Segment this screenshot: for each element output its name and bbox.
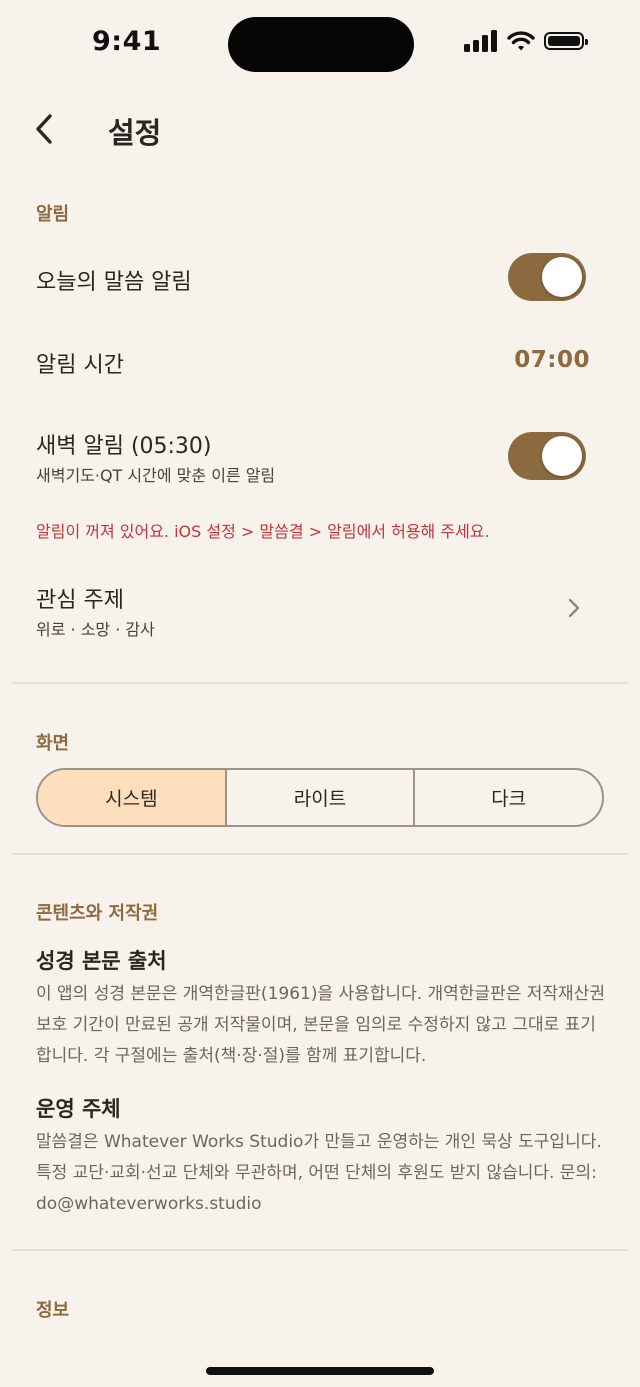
operator-title: 운영 주체 bbox=[36, 1097, 121, 1121]
alarm-time-label: 알림 시간 bbox=[36, 353, 124, 378]
alarm-time-value[interactable]: 07:00 bbox=[514, 347, 590, 373]
source-title: 성경 본문 출처 bbox=[36, 949, 167, 973]
divider bbox=[12, 1249, 628, 1251]
toggle-knob bbox=[542, 257, 582, 297]
dawn-alarm-sublabel: 새벽기도·QT 시간에 맞춘 이른 알림 bbox=[36, 466, 276, 485]
theme-option-system[interactable]: 시스템 bbox=[38, 770, 225, 825]
dawn-alarm-label: 새벽 알림 (05:30) bbox=[36, 434, 212, 459]
status-icons bbox=[464, 30, 588, 52]
toggle-knob bbox=[542, 436, 582, 476]
cellular-signal-icon bbox=[464, 30, 497, 52]
dynamic-island bbox=[228, 17, 414, 72]
dawn-alarm-toggle[interactable] bbox=[508, 432, 586, 480]
topics-value: 위로 · 소망 · 감사 bbox=[36, 620, 155, 639]
divider bbox=[12, 853, 628, 855]
theme-segmented-control: 시스템 라이트 다크 bbox=[36, 768, 604, 827]
divider bbox=[12, 682, 628, 684]
section-label-info: 정보 bbox=[36, 1300, 70, 1321]
notification-warning: 알림이 꺼져 있어요. iOS 설정 > 말씀결 > 알림에서 허용해 주세요. bbox=[36, 522, 490, 541]
section-label-content: 콘텐츠와 저작권 bbox=[36, 903, 159, 924]
back-chevron-icon[interactable] bbox=[30, 112, 64, 146]
section-label-notifications: 알림 bbox=[36, 204, 70, 225]
wifi-icon bbox=[507, 31, 535, 51]
section-label-display: 화면 bbox=[36, 733, 70, 754]
theme-option-dark[interactable]: 다크 bbox=[413, 770, 602, 825]
battery-icon bbox=[544, 32, 588, 50]
page-title: 설정 bbox=[108, 116, 162, 150]
topics-label[interactable]: 관심 주제 bbox=[36, 582, 124, 614]
source-text: 이 앱의 성경 본문은 개역한글판(1961)을 사용합니다. 개역한글판은 저… bbox=[36, 984, 605, 1066]
status-time: 9:41 bbox=[92, 26, 162, 57]
home-indicator[interactable] bbox=[206, 1367, 434, 1375]
daily-word-label: 오늘의 말씀 알림 bbox=[36, 270, 192, 295]
theme-option-light[interactable]: 라이트 bbox=[224, 770, 414, 825]
operator-text: 말씀결은 Whatever Works Studio가 만들고 운영하는 개인 … bbox=[36, 1132, 602, 1214]
chevron-right-icon[interactable] bbox=[564, 596, 584, 620]
daily-word-toggle[interactable] bbox=[508, 253, 586, 301]
